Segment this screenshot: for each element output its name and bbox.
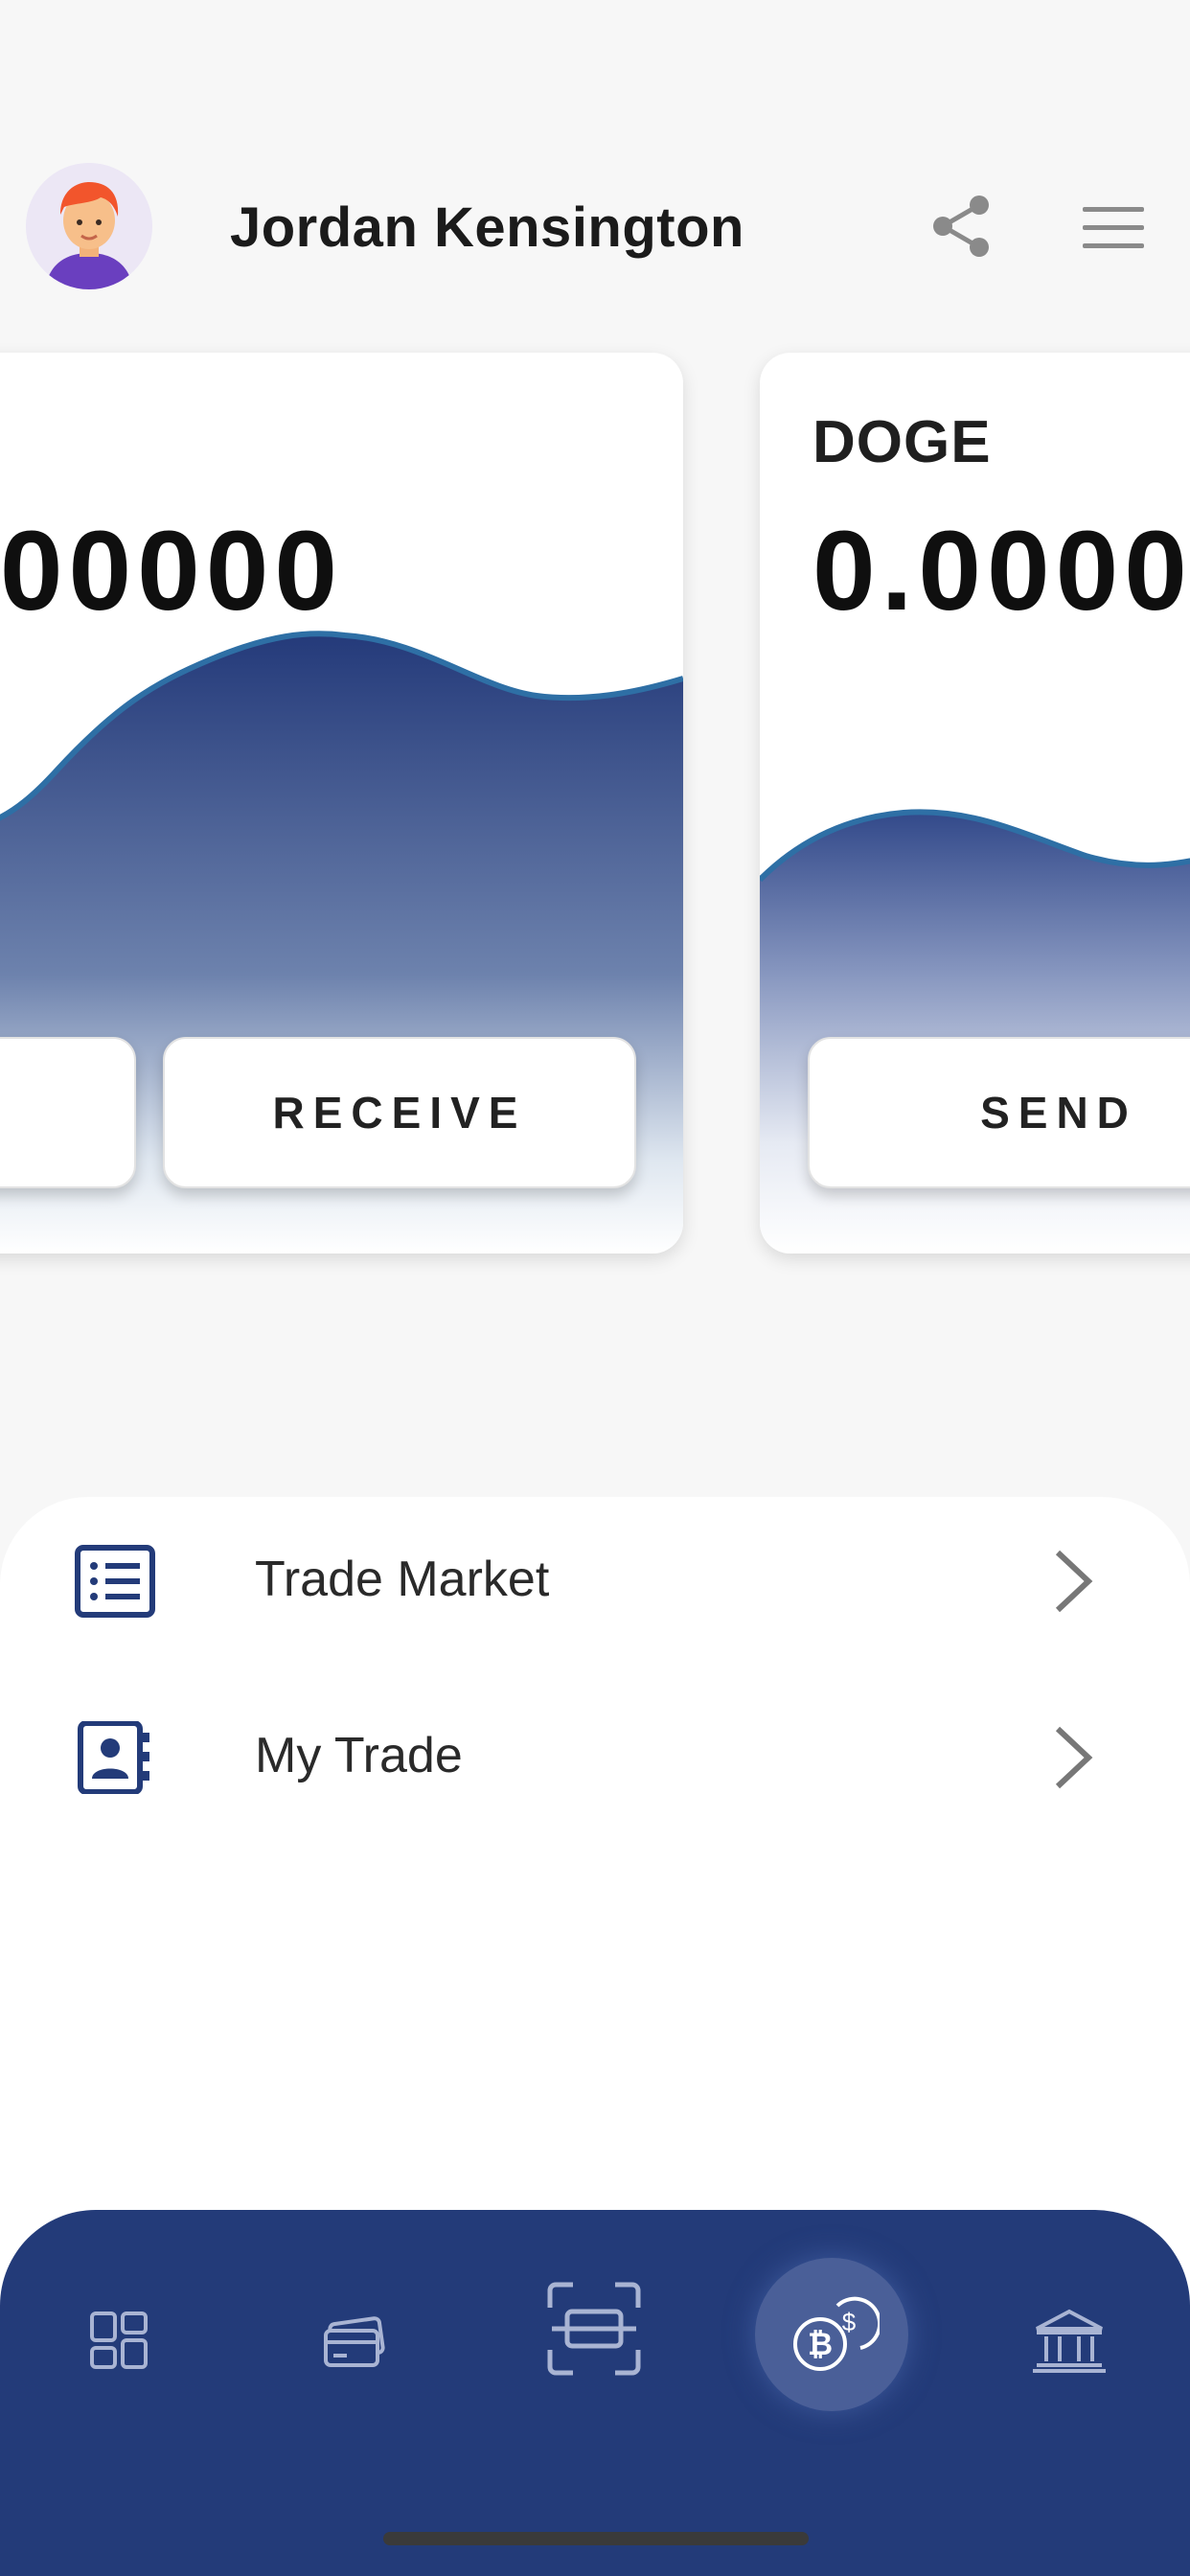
svg-text:₿: ₿ (808, 2327, 833, 2361)
user-avatar-icon (26, 163, 152, 289)
list-item-my-trade[interactable]: My Trade (0, 1685, 1190, 1828)
hamburger-menu-icon[interactable] (1083, 207, 1144, 249)
svg-text:$: $ (842, 2308, 857, 2336)
wallet-card-doge[interactable]: DOGE 0.0000 SEND (760, 353, 1190, 1254)
home-indicator[interactable] (383, 2532, 809, 2545)
crypto-nav-button[interactable]: ₿ $ (755, 2258, 908, 2411)
header: Jordan Kensington (0, 144, 1190, 307)
chevron-right-icon (1055, 1550, 1093, 1613)
wallet-screen: Jordan Kensington 00000 RECEIVE DOGE 0.0… (0, 0, 1190, 2576)
user-name: Jordan Kensington (230, 196, 744, 259)
list-item-trade-market[interactable]: Trade Market (0, 1508, 1190, 1652)
send-button[interactable] (0, 1037, 136, 1188)
card-symbol: DOGE (812, 409, 992, 475)
list-item-label: Trade Market (255, 1552, 550, 1607)
wallet-card[interactable]: 00000 RECEIVE (0, 353, 683, 1254)
crypto-exchange-icon: ₿ $ (793, 2296, 880, 2371)
avatar[interactable] (26, 163, 152, 289)
dashboard-grid-icon[interactable] (79, 2300, 159, 2380)
bottom-navigation: ₿ $ (0, 2210, 1190, 2576)
cards-icon[interactable] (316, 2300, 397, 2380)
share-icon[interactable] (929, 194, 993, 259)
bank-icon[interactable] (1029, 2300, 1110, 2380)
list-item-label: My Trade (255, 1728, 463, 1783)
list-document-icon (75, 1545, 155, 1618)
contact-book-icon (78, 1721, 149, 1794)
chevron-right-icon (1055, 1726, 1093, 1789)
receive-button[interactable]: RECEIVE (163, 1037, 636, 1188)
scan-icon[interactable] (544, 2279, 644, 2379)
send-button[interactable]: SEND (808, 1037, 1190, 1188)
